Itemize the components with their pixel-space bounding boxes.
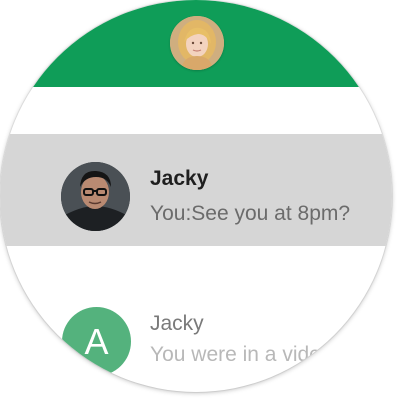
watch-screen: Jacky You:See you at 8pm? A Jacky You we… [0,0,400,400]
message-preview: You:See you at 8pm? [150,202,351,225]
header-contact-avatar[interactable] [170,16,224,70]
app-header [0,0,392,87]
round-watch-face: Jacky You:See you at 8pm? A Jacky You we… [0,0,392,392]
woman-photo-icon [170,16,224,70]
contact-avatar[interactable] [61,162,130,231]
letter-avatar[interactable]: A [62,307,131,376]
message-preview: You were in a video call [150,343,370,366]
man-photo-icon [61,162,130,231]
contact-name: Jacky [150,312,204,335]
contact-name: Jacky [150,167,209,190]
